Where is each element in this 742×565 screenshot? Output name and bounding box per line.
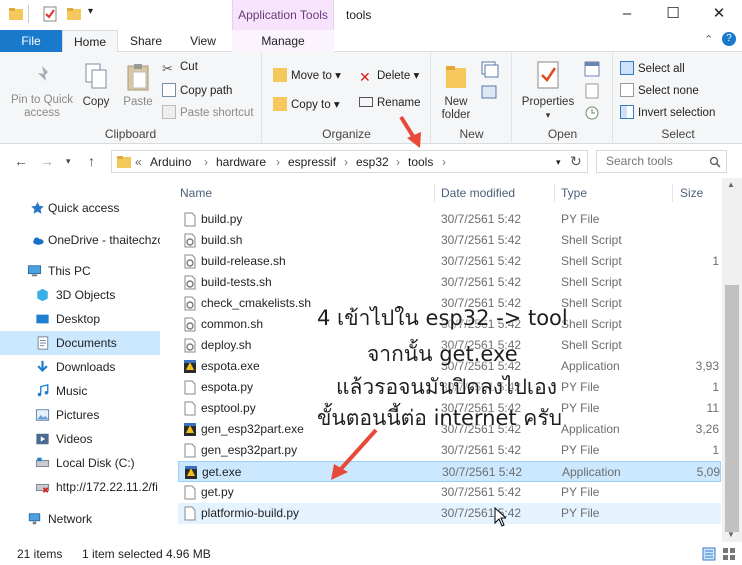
details-view-icon[interactable]	[702, 547, 716, 561]
item-count: 21 items	[17, 547, 63, 561]
large-icons-view-icon[interactable]	[722, 547, 736, 561]
arrow-to-tools-icon	[399, 115, 421, 148]
annotation-line-2: จากนั้น get.exe	[367, 342, 518, 366]
annotation-line-4: ขั้นตอนนี้ต่อ internet ครับ	[317, 406, 562, 430]
annotation-line-3: แล้วรอจนมันปิดลงไปเอง	[336, 375, 557, 399]
annotation-line-1: 4 เข้าไปใน esp32 -> tool	[317, 306, 568, 330]
arrow-to-get-exe-icon	[331, 428, 378, 480]
annotation-arrows	[331, 115, 421, 480]
status-bar: 21 items 1 item selected 4.96 MB	[0, 542, 742, 565]
mouse-cursor-icon	[494, 507, 506, 527]
selection-info: 1 item selected 4.96 MB	[82, 547, 211, 561]
